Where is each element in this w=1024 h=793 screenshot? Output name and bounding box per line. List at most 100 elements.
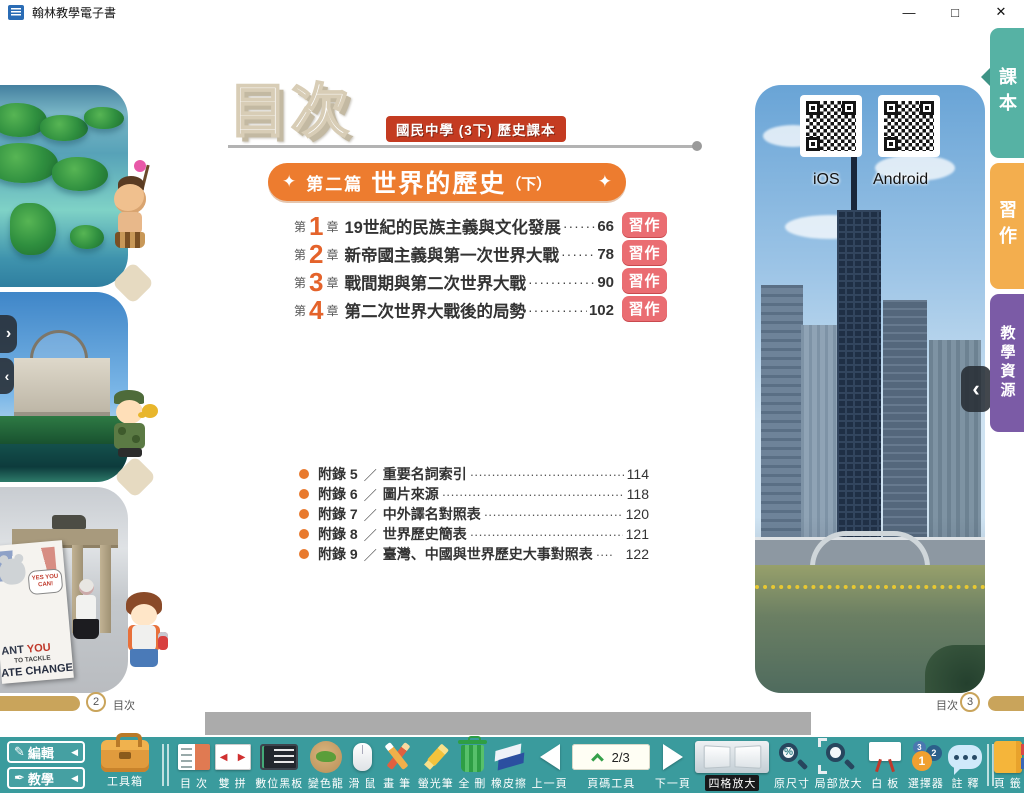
horizontal-scrollbar[interactable] [205,712,811,735]
blackboard-icon [260,744,298,770]
tabbed-notebook-icon [994,741,1022,773]
original-size-button[interactable]: % 原尺寸 [774,739,810,791]
toc-appendix-6[interactable]: 附錄 6／ 圖片來源······························… [299,484,649,504]
crossed-pencils-icon [381,742,413,772]
bullet-icon [299,509,309,519]
protester-person [79,579,94,595]
annotation-button[interactable]: 註 釋 [948,739,982,791]
next-page-button[interactable]: 下一頁 [655,739,691,791]
left-panel-expand-button[interactable]: › [0,315,17,353]
toc-chapter-1[interactable]: 第1章 19世紀的民族主義與文化發展······66 [294,212,614,240]
dual-page-button[interactable]: ◀▶ 雙 拼 [215,739,251,791]
toolbar-separator [162,744,164,786]
mouse-icon [353,743,372,771]
eraser-icon [494,744,524,770]
footer-label-right: 目次 [936,697,958,713]
toc-appendix-9[interactable]: 附錄 9／ 臺灣、中國與世界歷史大事對照表····122 [299,544,649,564]
right-arrow-icon [663,744,683,770]
teach-mode-button[interactable]: ✒ 教學 ◀ [7,767,85,789]
right-panel-nav-button[interactable]: ‹ [961,366,991,412]
app-logo-icon [8,5,24,20]
collapse-arrow-icon: ◀ [71,747,78,758]
page-number-tool[interactable]: 2/3 頁碼工具 [572,739,650,791]
eraser-button[interactable]: 橡皮擦 [491,739,527,791]
divider-end-dot [692,141,702,151]
toc-appendix-8[interactable]: 附錄 8／ 世界歷史簡表····························… [299,524,649,544]
footer-label-left: 目次 [113,697,135,713]
numbered-selector-icon: 321 [910,741,942,773]
whiteboard-icon [867,742,903,772]
pen-icon: ✒ [14,770,25,786]
left-arrow-icon [540,744,560,770]
pen-tool-button[interactable]: 畫 筆 [381,739,413,791]
highlighter-icon [421,742,451,772]
section-banner: ✦ 第二篇 世界的歷史 （下） ✦ [268,163,626,201]
delete-all-button[interactable]: 全 刪 [458,739,486,791]
toc-icon [178,744,210,770]
dual-page-icon: ◀▶ [215,744,251,770]
magnifier-region-icon [824,742,854,772]
selector-button[interactable]: 321 選擇器 [908,739,944,791]
page-indicator-value: 2/3 [612,750,630,765]
highlighter-button[interactable]: 螢光筆 [418,739,454,791]
cartoon-soldier-character [104,390,162,460]
mouse-button[interactable]: 滑 鼠 [348,739,376,791]
page-number-input[interactable]: 2/3 [572,744,650,770]
toc-appendix-7[interactable]: 附錄 7／ 中外譯名對照表···························… [299,504,649,524]
maximize-button[interactable]: □ [932,0,978,24]
footer-pill-right [988,696,1024,711]
climate-poster: YES YOU CAN! ANT YOU TO TACKLE ATE CHANG… [0,540,74,684]
whiteboard-button[interactable]: 白 板 [867,739,903,791]
workbook-badge-ch4[interactable]: 習作 [622,296,667,321]
partial-zoom-button[interactable]: 局部放大 [815,739,863,791]
workbook-badge-ch1[interactable]: 習作 [622,212,667,237]
edit-mode-button[interactable]: ✎ 編輯 ◀ [7,741,85,763]
tab-workbook[interactable]: 習作 [990,163,1024,289]
footer-pill-left [0,696,80,711]
chameleon-icon [310,741,342,773]
tab-teaching-resources[interactable]: 教學資源 [990,294,1024,432]
bullet-icon [299,469,309,479]
digital-blackboard-button[interactable]: 數位黑板 [255,739,303,791]
chameleon-button[interactable]: 變色龍 [308,739,344,791]
photo-city-skyline: iOS Android [755,85,985,693]
bullet-icon [299,529,309,539]
left-panel-collapse-button[interactable]: ‹ [0,358,14,394]
toc-chapter-2[interactable]: 第2章 新帝國主義與第一次世界大戰······78 [294,240,614,268]
pencil-icon: ✎ [14,744,25,760]
workbook-badge-ch2[interactable]: 習作 [622,240,667,265]
page-title: 目次 [229,64,353,148]
toc-button[interactable]: 目 次 [178,739,210,791]
close-button[interactable]: ✕ [978,0,1024,24]
title-divider [228,145,696,148]
toolbar: ✎ 編輯 ◀ ✒ 教學 ◀ 工具箱 目 次 ◀▶ 雙 拼 數位黑板 變色龍 滑 [0,737,1024,793]
toolbox-button[interactable]: 工具箱 [96,740,154,790]
microphone-icon [158,632,168,650]
toc-chapter-4[interactable]: 第4章 第二次世界大戰後的局勢···········102 [294,296,614,324]
quad-zoom-button-selected[interactable]: 四格放大 [695,739,769,791]
photo-brandenburg-gate: YES YOU CAN! ANT YOU TO TACKLE ATE CHANG… [0,487,128,693]
star-icon: ✦ [282,172,296,192]
magnifier-percent-icon: % [777,742,807,772]
bullet-icon [299,489,309,499]
cartoon-tribal-character [104,176,160,262]
collapse-arrow-icon: ◀ [71,773,78,784]
footer-page-number-left: 2 [86,692,106,712]
toolbox-icon [101,740,149,772]
toc-appendix-5[interactable]: 附錄 5／ 重要名詞索引····························… [299,464,649,484]
speech-bubble-icon [948,745,982,769]
qr-ios-label: iOS [813,171,840,189]
qr-code-android [878,95,940,157]
window-titlebar: 翰林教學電子書 — □ ✕ [0,0,1024,24]
cartoon-reporter-character [120,592,176,676]
toc-chapter-3[interactable]: 第3章 戰間期與第二次世界大戰·············90 [294,268,614,296]
page-tab-button[interactable]: 頁 籤 [994,739,1022,791]
qr-android-label: Android [873,171,928,189]
trash-icon [461,745,484,772]
workbook-badge-ch3[interactable]: 習作 [622,268,667,293]
prev-page-button[interactable]: 上一頁 [532,739,568,791]
minimize-button[interactable]: — [886,0,932,24]
tab-textbook[interactable]: 課本 [990,28,1024,158]
edition-badge: 國民中學 (3下) 歷史課本 [386,116,566,142]
star-icon: ✦ [598,172,612,192]
